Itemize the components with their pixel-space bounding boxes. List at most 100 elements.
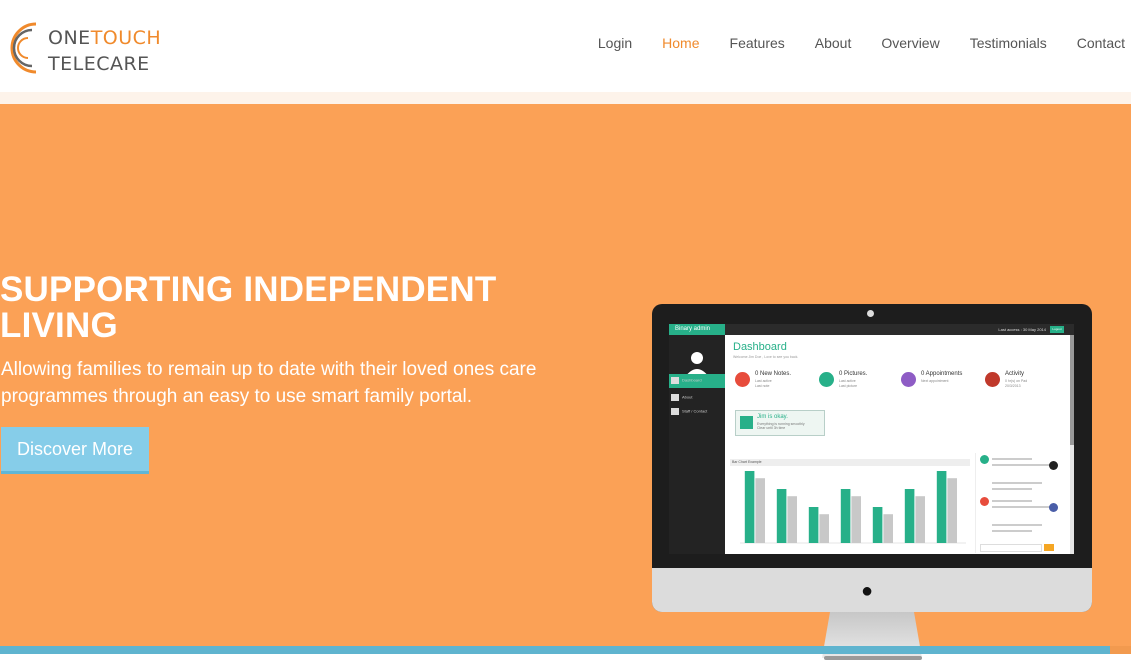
nav-about[interactable]: About	[800, 32, 867, 54]
main-nav: Login Home Features About Overview Testi…	[583, 32, 1125, 54]
hero-section: SUPPORTING INDEPENDENT LIVING Allowing f…	[0, 104, 1131, 660]
chart-bar-s0-0	[744, 471, 755, 543]
hero-title: SUPPORTING INDEPENDENT LIVING	[0, 270, 497, 345]
monitor-icon	[671, 394, 679, 401]
screen-scrollbar	[1070, 335, 1074, 554]
screen-sidebar-item-dashboard: Dashboard	[671, 377, 702, 384]
nav-contact[interactable]: Contact	[1062, 32, 1125, 54]
brand-line2: TELECARE	[48, 53, 150, 75]
stat-sub2: Last picture	[839, 384, 858, 388]
brand-line1-b: TOUCH	[90, 27, 162, 49]
chat-row	[980, 455, 1058, 477]
hero-subtitle: Allowing families to remain up to date w…	[1, 359, 537, 407]
screen-sidebar-item-about: About	[671, 394, 692, 401]
nav-overview[interactable]: Overview	[866, 32, 954, 54]
stat-sub1: Next appointment	[921, 379, 949, 383]
chat-panel	[975, 453, 1062, 553]
apple-logo-icon: ●	[861, 580, 874, 602]
alert-title: Jim is okay.	[757, 414, 788, 420]
chart-bar-s0-5	[904, 489, 915, 543]
chat-line	[992, 524, 1042, 526]
nav-testimonials[interactable]: Testimonials	[955, 32, 1062, 54]
chart-bar-s1-6	[947, 478, 957, 543]
bar-chart-panel: Bar Chart Example	[730, 459, 970, 551]
alert-sub: Everything is running smoothly Clear unti…	[757, 422, 805, 430]
chart-title: Bar Chart Example	[730, 459, 970, 466]
chart-bar-s1-0	[755, 478, 765, 543]
chat-avatar-right	[1049, 461, 1058, 470]
chat-input	[980, 544, 1042, 552]
screen-sidebar-label: About	[682, 394, 693, 400]
chat-line	[992, 488, 1032, 490]
chat-avatar	[980, 455, 989, 464]
screen-brand: Binary admin	[669, 324, 725, 335]
bottom-accent-bar	[0, 646, 1110, 654]
stat-sub1: Last active	[839, 379, 856, 383]
stat-label: Activity	[1005, 371, 1025, 377]
screen-sidebar: Dashboard About Staff / Contact	[669, 335, 725, 554]
nav-features[interactable]: Features	[715, 32, 800, 54]
screen-main: Dashboard Welcome Jim Doe , Love to see …	[725, 335, 1074, 554]
chat-line	[992, 458, 1032, 460]
chart-bar-s1-5	[915, 496, 925, 543]
chart-bar-s0-2	[808, 507, 819, 543]
avatar-icon	[685, 352, 709, 377]
scrollbar-thumb	[1070, 335, 1074, 445]
qr-icon	[671, 408, 679, 415]
chat-send-button	[1044, 544, 1054, 551]
chat-avatar-right	[1049, 503, 1058, 512]
dashboard-screen: Binary admin Last access : 30 May 2014 L…	[669, 324, 1074, 554]
stat-sub: Last active Last note	[755, 379, 772, 389]
stat-sub1: Last active	[755, 379, 772, 383]
stat-sub2: 20/3/2013	[1005, 384, 1021, 388]
nav-home[interactable]: Home	[647, 32, 714, 54]
chart-bar-s1-3	[851, 496, 861, 543]
discover-more-button[interactable]: Discover More	[1, 427, 149, 471]
alert-sub2: Clear until 3h time	[757, 426, 786, 430]
site-header: ONETOUCH TELECARE Login Home Features Ab…	[0, 0, 1131, 92]
chart-bar-s0-4	[872, 507, 883, 543]
stat-label: 0 Appointments	[921, 371, 963, 377]
brand-wordmark: ONETOUCH TELECARE	[48, 25, 161, 77]
stat-label: 0 New Notes.	[755, 371, 792, 377]
nav-login[interactable]: Login	[583, 32, 647, 54]
brand-line1-a: ONE	[48, 27, 91, 49]
camera-icon	[819, 372, 834, 387]
screen-sidebar-item-contact: Staff / Contact	[671, 408, 707, 415]
stat-sub2: Last note	[755, 384, 770, 388]
brand-logo[interactable]: ONETOUCH TELECARE	[6, 16, 176, 80]
chat-line	[992, 482, 1042, 484]
calendar-icon	[901, 372, 916, 387]
screen-title: Dashboard	[733, 341, 787, 353]
status-alert: Jim is okay. Everything is running smoot…	[735, 410, 825, 436]
bottom-accent-corner	[1110, 646, 1131, 654]
screen-sidebar-label: Staff / Contact	[682, 408, 708, 414]
stat-notes: 0 New Notes. Last active Last note	[731, 369, 811, 391]
chart-bar-s1-1	[787, 496, 797, 543]
chat-line	[992, 500, 1032, 502]
chart-bar-s0-3	[840, 489, 851, 543]
screen-logout-button: Logout	[1050, 326, 1064, 333]
chat-row	[980, 521, 1058, 543]
chart-bar-s1-2	[819, 514, 829, 543]
stat-sub1: 0 hr(s) on Pad	[1005, 379, 1028, 383]
chat-avatar	[980, 497, 989, 506]
stat-sub: 0 hr(s) on Pad 20/3/2013	[1005, 379, 1027, 389]
chat-line	[992, 506, 1052, 508]
chat-line	[992, 530, 1032, 532]
dashboard-icon	[671, 377, 679, 384]
screen-welcome: Welcome Jim Doe , Love to see you back.	[733, 355, 799, 359]
stat-sub: Next appointment	[921, 379, 948, 384]
chart-bar-s0-1	[776, 489, 787, 543]
logo-circle-icon	[10, 22, 37, 74]
user-icon	[985, 372, 1000, 387]
envelope-icon	[735, 372, 750, 387]
monitor-illustration: ● Binary admin Last access : 30 May 2014…	[652, 304, 1092, 664]
stat-label: 0 Pictures.	[839, 371, 868, 377]
header-divider	[0, 92, 1131, 104]
bar-chart	[740, 471, 966, 544]
stat-appointments: 0 Appointments Next appointment	[897, 369, 977, 391]
screen-last-session: Last access : 30 May 2014	[998, 327, 1046, 332]
chat-line	[992, 464, 1052, 466]
monitor-stand-base	[824, 656, 922, 660]
